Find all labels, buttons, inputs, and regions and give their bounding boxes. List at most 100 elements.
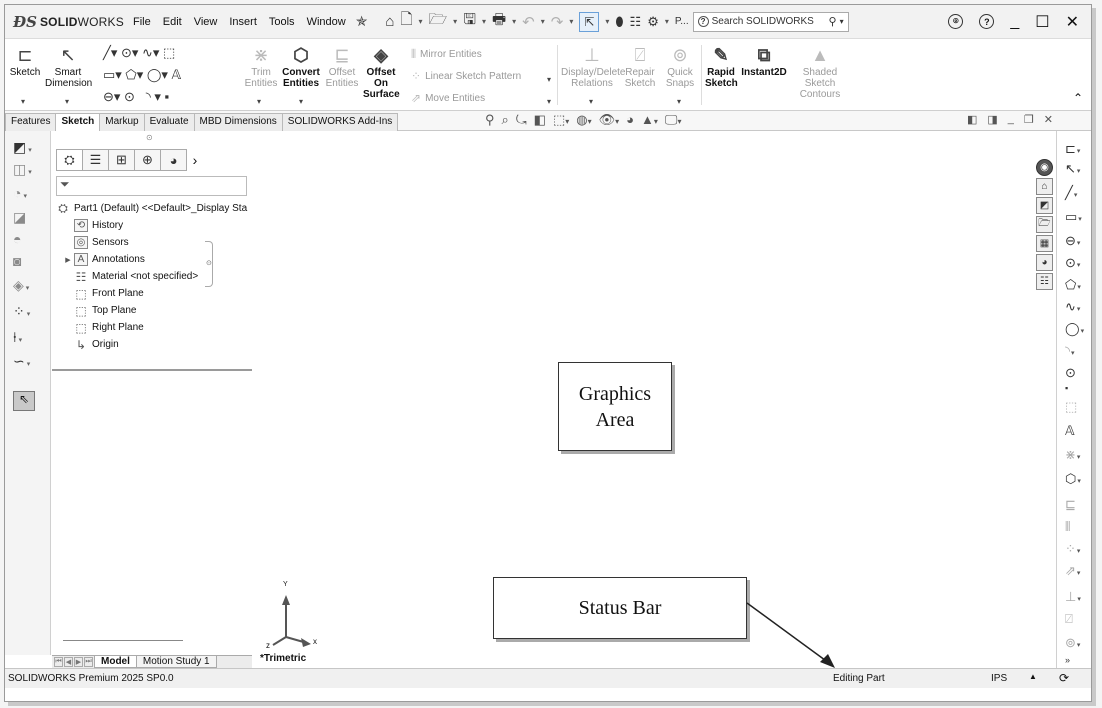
select-button[interactable]: ⇱ [579, 11, 600, 32]
status-units[interactable]: IPS [991, 673, 1007, 684]
sketch-palette-icon[interactable]: ⊏▾ [1065, 141, 1080, 157]
pattern-dropdown-icon[interactable]: ▾ [547, 75, 551, 84]
trim-dropdown-icon[interactable]: ▾ [257, 97, 261, 106]
menu-insert[interactable]: Insert [229, 16, 257, 28]
section-view-icon[interactable]: ◧ [534, 112, 546, 128]
menu-file[interactable]: File [133, 16, 151, 28]
panel-collapse-handle[interactable]: ⊙ [205, 241, 213, 287]
print-dropdown-icon[interactable]: ▾ [512, 17, 516, 26]
offset-on-surface-button[interactable]: ◈ Offset On Surface [363, 45, 400, 100]
doc-restore-icon[interactable]: ❐ [1024, 113, 1034, 126]
tab-model[interactable]: Model [94, 656, 137, 668]
last-tab-icon[interactable]: ⏭ [84, 657, 93, 667]
file-properties-icon[interactable]: ☷ [630, 14, 642, 30]
minimize-icon[interactable]: _ [1010, 13, 1019, 31]
instant3d-icon[interactable]: ⇖ [13, 391, 35, 411]
tree-item-annotations[interactable]: ▶ A Annotations [56, 251, 252, 268]
tree-item-front-plane[interactable]: ⬚ Front Plane [56, 285, 252, 302]
relations-palette-icon[interactable]: ⊥▾ [1065, 589, 1081, 605]
feature-manager-tab-icon[interactable]: ⛭ [56, 149, 83, 171]
menu-window[interactable]: Window [307, 16, 346, 28]
zoom-to-fit-icon[interactable]: ⚲ [485, 112, 495, 128]
solidworks-resources-icon[interactable]: ◉ [1036, 159, 1053, 176]
smart-dimension-palette-icon[interactable]: ↖▾ [1065, 161, 1080, 177]
expand-arrow-icon[interactable]: ▶ [62, 256, 74, 264]
tree-item-right-plane[interactable]: ⬚ Right Plane [56, 319, 252, 336]
save-dropdown-icon[interactable]: ▾ [482, 17, 486, 26]
sketch-button[interactable]: ⊏ Sketch [9, 45, 41, 78]
search-dropdown-icon[interactable]: ▾ [840, 17, 844, 26]
point-icon[interactable]: ▪ [1065, 383, 1068, 393]
reference-geometry-icon[interactable]: ⍿ ▾ [13, 329, 22, 346]
zoom-to-area-icon[interactable]: ⌕ [502, 112, 509, 128]
search-magnifier-icon[interactable]: ⚲ [829, 15, 837, 28]
smart-dimension-dropdown-icon[interactable]: ▾ [65, 97, 69, 106]
appearances-icon[interactable]: ◕ [1036, 254, 1053, 271]
linear-sketch-pattern-button[interactable]: ⁘ Linear Sketch Pattern [411, 69, 521, 83]
search-input[interactable]: Search SOLIDWORKS [712, 16, 829, 27]
extruded-cut-icon[interactable]: ◪ [13, 209, 26, 226]
tree-item-top-plane[interactable]: ⬚ Top Plane [56, 302, 252, 319]
quick-snaps-button[interactable]: ⊚ Quick Snaps [665, 45, 695, 89]
panel-horizontal-scrollbar[interactable] [63, 640, 183, 641]
design-library-icon[interactable]: ◩ [1036, 197, 1053, 214]
doc-close-icon[interactable]: ✕ [1044, 113, 1053, 126]
undo-icon[interactable]: ↶ [522, 13, 535, 31]
display-delete-relations-button[interactable]: ⊥ Display/Delete Relations [561, 45, 625, 89]
display-manager-tab-icon[interactable]: ◕ [160, 149, 187, 171]
convert-entities-button[interactable]: ⬡ Convert Entities [281, 45, 321, 89]
tree-filter-input[interactable]: ⏷ [56, 176, 247, 196]
tree-item-sensors[interactable]: ◎ Sensors [56, 234, 252, 251]
pattern-palette-icon[interactable]: ⁘▾ [1065, 541, 1080, 557]
app-logo[interactable]: ƉS SOLIDWORKS [13, 13, 129, 31]
offset-palette-icon[interactable]: ⊑ [1065, 497, 1076, 513]
open-icon[interactable]: 🗁 [429, 9, 448, 34]
menu-view[interactable]: View [194, 16, 218, 28]
sketch-dropdown-icon[interactable]: ▾ [21, 97, 25, 106]
menu-edit[interactable]: Edit [163, 16, 182, 28]
repair-sketch-button[interactable]: ⍁ Repair Sketch [623, 45, 657, 89]
rectangle-icon[interactable]: ▭▾ ⬠▾ ◯▾ 𝔸 [103, 67, 181, 83]
pin-menu-icon[interactable]: ✯ [356, 13, 368, 30]
property-manager-tab-icon[interactable]: ☰ [82, 149, 109, 171]
ellipse-palette-icon[interactable]: ◯▾ [1065, 321, 1084, 337]
menu-tools[interactable]: Tools [269, 16, 295, 28]
maximize-icon[interactable]: ☐ [1035, 12, 1049, 32]
collapse-ribbon-icon[interactable]: ⌃ [1073, 91, 1083, 105]
home-tab-icon[interactable]: ⌂ [1036, 178, 1053, 195]
pattern-icon[interactable]: ⁘ ▾ [13, 303, 30, 320]
home-icon[interactable]: ⌂ [385, 13, 394, 30]
tab-markup[interactable]: Markup [99, 113, 145, 131]
smart-dimension-button[interactable]: ↖ Smart Dimension [45, 45, 92, 89]
more-tabs-chevron-icon[interactable]: › [186, 149, 204, 171]
rectangle-palette-icon[interactable]: ▭▾ [1065, 209, 1082, 225]
view-orientation-icon[interactable]: ⬚▾ [553, 112, 569, 128]
trim-palette-icon[interactable]: ⋇▾ [1065, 447, 1080, 463]
instant2d-button[interactable]: ⧉ Instant2D [741, 45, 787, 78]
offset-entities-button[interactable]: ⊑ Offset Entities [323, 45, 361, 89]
custom-properties-icon[interactable]: ☷ [1036, 273, 1053, 290]
configuration-manager-tab-icon[interactable]: ⊞ [108, 149, 135, 171]
chamfer-icon[interactable]: ◈ ▾ [13, 277, 29, 294]
curves-icon[interactable]: ∽ ▾ [13, 353, 30, 370]
view-palette-icon[interactable]: ▦ [1036, 235, 1053, 252]
hide-show-items-icon[interactable]: 👁▾ [599, 112, 620, 128]
close-icon[interactable]: ✕ [1066, 12, 1079, 32]
traffic-light-icon[interactable]: ⬮ [615, 14, 623, 30]
tree-item-origin[interactable]: ↳ Origin [56, 336, 252, 353]
plane-palette-icon[interactable]: ⬚ [1065, 399, 1077, 415]
graphics-area[interactable]: Graphics Area Status Bar Y x z *Trimetri… [253, 131, 1056, 668]
options-dropdown-icon[interactable]: ▾ [665, 17, 669, 26]
shaded-sketch-contours-button[interactable]: ▲ Shaded Sketch Contours [795, 45, 845, 100]
sketch-point-icon[interactable]: ⊙ [1065, 365, 1076, 381]
tab-sketch[interactable]: Sketch [55, 113, 101, 131]
mirror-palette-icon[interactable]: ⫴ [1065, 519, 1070, 535]
spline-palette-icon[interactable]: ∿▾ [1065, 299, 1080, 315]
tab-solidworks-add-ins[interactable]: SOLIDWORKS Add-Ins [281, 113, 399, 131]
polygon-palette-icon[interactable]: ⬠▾ [1065, 277, 1081, 293]
new-dropdown-icon[interactable]: ▾ [419, 17, 423, 26]
dimxpert-manager-tab-icon[interactable]: ⊕ [134, 149, 161, 171]
units-dropdown-icon[interactable]: ▲ [1029, 672, 1037, 681]
previous-view-icon[interactable]: ⤿ [516, 112, 527, 128]
doc-minimize-icon[interactable]: _ [1008, 113, 1014, 126]
